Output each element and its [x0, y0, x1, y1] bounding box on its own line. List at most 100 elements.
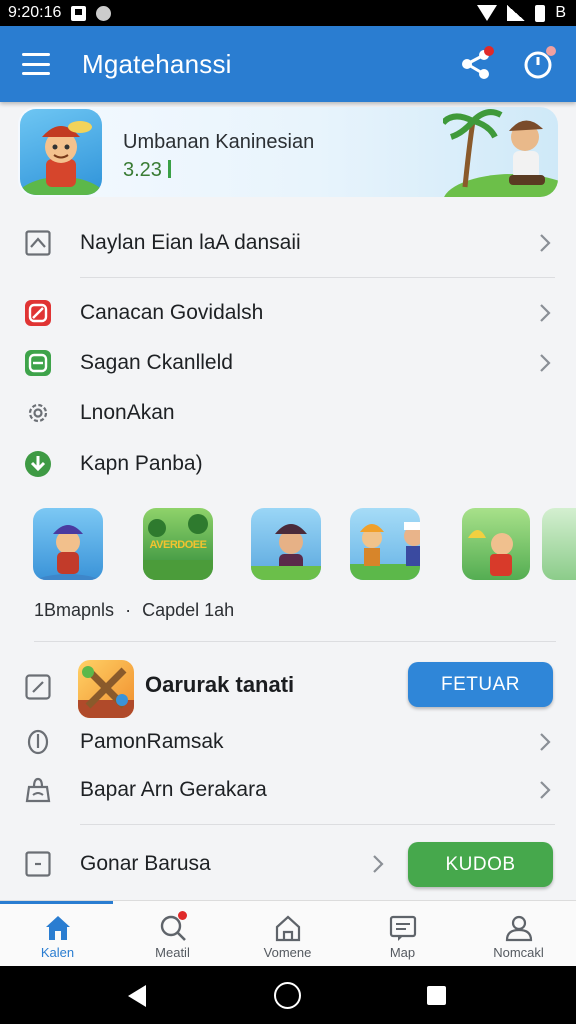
menu-row-canacan[interactable]: Canacan Govidalsh: [0, 288, 576, 338]
game-thumbnail-image: [350, 522, 420, 580]
battery-icon: [535, 4, 546, 22]
carousel-caption: 1Bmapnls · Capdel 1ah: [34, 600, 234, 621]
image-icon: [24, 229, 52, 257]
nav-tab-label: Vomene: [263, 945, 312, 960]
nav-tab-vomene[interactable]: Vomene: [230, 901, 345, 967]
menu-button[interactable]: [22, 53, 50, 75]
red-app-icon: [24, 299, 52, 327]
game-tile-adventure[interactable]: AVERDOEE: [143, 508, 213, 580]
status-time: 9:20:16: [8, 4, 62, 21]
status-right-text: B: [555, 4, 566, 21]
search-icon: [157, 911, 189, 943]
game-tile-pirate[interactable]: [33, 508, 103, 580]
menu-row-label: Sagan Ckanlleld: [80, 351, 233, 374]
bottom-navigation: Kalen Meatil Vomene Map Nomcakl: [0, 900, 576, 966]
pirate-character-image: [20, 121, 102, 195]
house-outline-icon: [272, 913, 304, 943]
featured-game-icon[interactable]: [78, 660, 134, 718]
caption-right: Capdel 1ah: [142, 600, 235, 620]
share-badge: [484, 46, 494, 56]
menu-row-gallery[interactable]: Naylan Eian laA dansaii: [0, 218, 576, 268]
nav-tab-home[interactable]: Kalen: [0, 901, 115, 967]
kudob-button[interactable]: KUDOB: [408, 842, 553, 887]
game-tile-banana[interactable]: [462, 508, 530, 580]
nav-tab-map[interactable]: Map: [345, 901, 460, 967]
game-thumbnail-image: [35, 525, 101, 580]
menu-icon-line: [22, 72, 50, 75]
nav-tab-label: Map: [389, 945, 416, 960]
banner-value: 3.23: [123, 159, 171, 182]
game-tile-duo[interactable]: [350, 508, 420, 580]
divider: [80, 277, 555, 278]
nav-tab-label: Nomcakl: [493, 945, 544, 960]
divider: [80, 824, 555, 825]
back-icon[interactable]: [128, 985, 146, 1007]
chevron-right-icon: [540, 354, 551, 372]
menu-row-bag[interactable]: Bapar Arn Gerakara: [0, 765, 576, 815]
location-icon: [24, 728, 52, 756]
status-right: B: [477, 4, 566, 22]
system-navigation-bar: [0, 966, 576, 1024]
menu-row-label: Bapar Arn Gerakara: [80, 778, 267, 801]
menu-row-label: LnonAkan: [80, 401, 175, 424]
nav-tab-label: Kalen: [40, 945, 75, 960]
gear-icon: [24, 399, 52, 427]
nav-tab-profile[interactable]: Nomcakl: [461, 901, 576, 967]
app-bar: Mgatehanssi: [0, 26, 576, 102]
nav-tab-search[interactable]: Meatil: [115, 901, 230, 967]
caption-separator: ·: [125, 600, 132, 620]
game-carousel: AVERDOEE: [0, 508, 576, 582]
download-icon: [24, 450, 52, 478]
bag-icon: [24, 776, 52, 804]
square-minus-icon: [24, 850, 52, 878]
menu-row-label: Naylan Eian laA dansaii: [80, 231, 301, 254]
checkbox-edit-icon: [24, 673, 52, 701]
message-icon: [387, 913, 419, 943]
home-circle-icon[interactable]: [274, 982, 301, 1009]
search-badge: [177, 911, 187, 920]
game-tile-partial[interactable]: [542, 508, 576, 580]
menu-row-download[interactable]: Kapn Panba): [0, 439, 576, 489]
menu-row-label: Canacan Govidalsh: [80, 301, 264, 324]
share-button[interactable]: [454, 42, 498, 86]
green-app-icon: [24, 349, 52, 377]
game-tile-banner-text: AVERDOEE: [149, 539, 207, 551]
divider: [34, 641, 556, 642]
menu-row-settings[interactable]: LnonAkan: [0, 388, 576, 438]
home-icon: [42, 913, 74, 943]
menu-row-label: Kapn Panba): [80, 452, 203, 475]
island-scene-image: [443, 109, 558, 197]
timer-badge: [546, 46, 556, 56]
menu-row-label: Gonar Barusa: [80, 852, 211, 875]
chevron-right-icon: [373, 855, 384, 873]
featured-title: Oarurak tanati: [145, 672, 295, 697]
notification-icon: [71, 5, 87, 21]
game-thumbnail-image: [251, 524, 321, 580]
status-bar: 9:20:16 B: [0, 0, 576, 26]
chevron-right-icon: [540, 304, 551, 322]
menu-icon-line: [22, 53, 50, 56]
chevron-right-icon: [540, 234, 551, 252]
game-thumbnail-image: [468, 530, 513, 576]
sync-icon: [96, 5, 112, 21]
promo-banner[interactable]: Umbanan Kaninesian 3.23: [18, 107, 558, 197]
wifi-icon: [477, 5, 498, 21]
menu-row-label: PamonRamsak: [80, 730, 224, 753]
nav-tab-label: Meatil: [155, 945, 190, 960]
status-left: 9:20:16: [8, 4, 112, 22]
recents-icon[interactable]: [427, 986, 446, 1005]
timer-button[interactable]: [516, 42, 560, 86]
chevron-right-icon: [540, 733, 551, 751]
menu-row-location[interactable]: PamonRamsak: [0, 717, 576, 767]
feature-button[interactable]: FETUAR: [408, 662, 553, 707]
person-icon: [503, 913, 535, 943]
menu-row-sagan[interactable]: Sagan Ckanlleld: [0, 338, 576, 388]
caption-left: 1Bmapnls: [34, 600, 115, 620]
game-tile-hat[interactable]: [251, 508, 321, 580]
banner-game-art: [20, 109, 102, 195]
menu-icon-line: [22, 62, 50, 66]
banner-title: Umbanan Kaninesian: [123, 131, 315, 153]
signal-icon: [507, 5, 526, 21]
app-title: Mgatehanssi: [82, 48, 232, 79]
crossed-swords-image: [78, 666, 134, 718]
